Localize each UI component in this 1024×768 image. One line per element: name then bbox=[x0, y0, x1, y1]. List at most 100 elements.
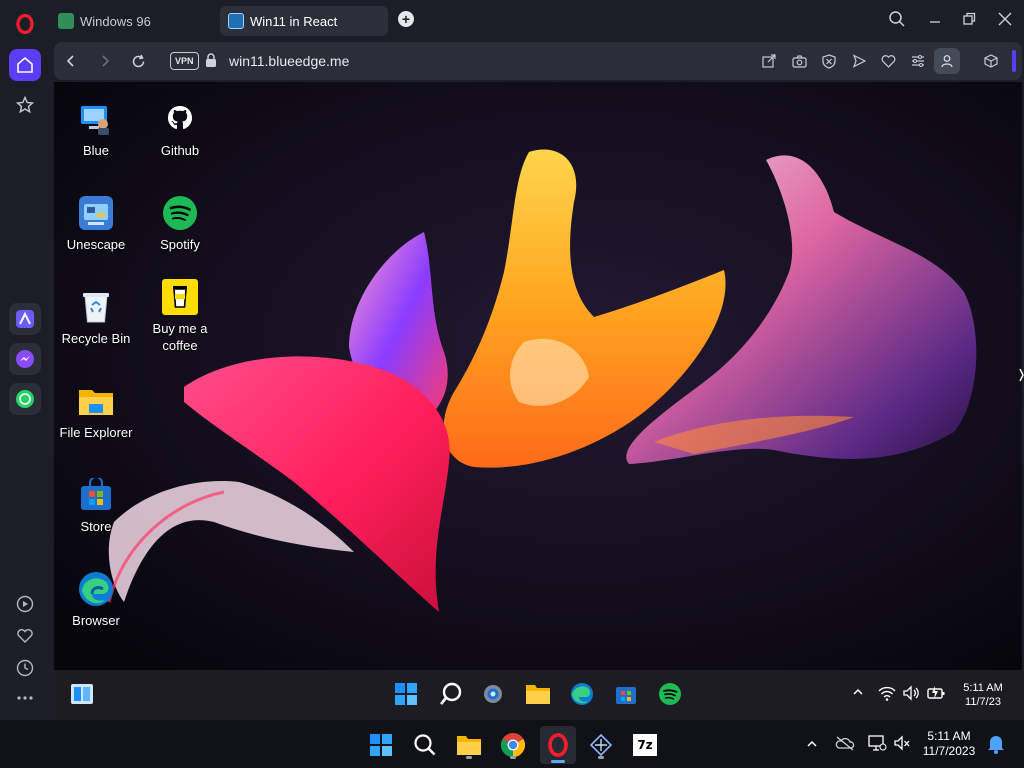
tab-windows-96[interactable]: Windows 96 bbox=[50, 6, 215, 36]
running-indicator bbox=[466, 756, 472, 759]
store-icon bbox=[77, 476, 115, 514]
star-icon[interactable] bbox=[9, 89, 41, 121]
heart-icon[interactable] bbox=[9, 620, 41, 652]
running-indicator bbox=[510, 756, 516, 759]
host-clock[interactable]: 5:11 AM 11/7/2023 bbox=[918, 729, 980, 759]
web-clock-date: 11/7/23 bbox=[965, 696, 1001, 708]
menu-icon[interactable] bbox=[909, 52, 927, 70]
folder-icon bbox=[77, 382, 115, 420]
coffee-icon bbox=[161, 278, 199, 316]
chevron-up-icon[interactable] bbox=[805, 737, 819, 751]
desktop-wallpaper bbox=[54, 82, 1022, 670]
opera-sidebar bbox=[0, 0, 50, 720]
wifi-icon[interactable] bbox=[878, 685, 896, 701]
windows-start-icon[interactable] bbox=[366, 730, 396, 760]
web-clock-time: 5:11 AM bbox=[963, 682, 1003, 694]
battery-icon[interactable] bbox=[926, 684, 946, 702]
shield-icon[interactable] bbox=[820, 52, 838, 70]
desktop-icon-label: Github bbox=[160, 143, 200, 158]
desktop-icon-store[interactable]: Store bbox=[54, 476, 138, 535]
web-clock[interactable]: 5:11 AM 11/7/23 bbox=[958, 681, 1008, 709]
gear-icon[interactable] bbox=[479, 680, 507, 708]
running-indicator bbox=[598, 756, 604, 759]
whatsapp-icon[interactable] bbox=[9, 383, 41, 415]
volume-muted-icon[interactable] bbox=[893, 735, 911, 751]
active-indicator bbox=[551, 760, 565, 763]
desktop-icon-buy-me-a-coffee[interactable]: Buy me a coffee bbox=[138, 278, 222, 354]
desktop-icon-blue[interactable]: Blue bbox=[54, 100, 138, 159]
desktop-icon-unescape[interactable]: Unescape bbox=[54, 194, 138, 253]
tab-win11-in-react[interactable]: Win11 in React bbox=[220, 6, 388, 36]
win11-taskbar: 5:11 AM 11/7/23 bbox=[54, 670, 1022, 718]
address-bar: VPN win11.blueedge.me bbox=[54, 42, 1022, 80]
back-icon[interactable] bbox=[62, 52, 80, 70]
url-field[interactable]: win11.blueedge.me bbox=[229, 52, 349, 70]
desktop-icon-github[interactable]: Github bbox=[138, 100, 222, 159]
desktop-icon-label: Browser bbox=[72, 613, 120, 628]
github-icon bbox=[161, 100, 199, 138]
opera-browser-window: Windows 96 Win11 in React + VPN win11.bl… bbox=[0, 0, 1024, 720]
home-icon[interactable] bbox=[9, 49, 41, 81]
chevron-up-icon[interactable] bbox=[851, 685, 865, 699]
store-icon[interactable] bbox=[612, 680, 640, 708]
folder-icon[interactable] bbox=[454, 730, 484, 760]
forward-icon[interactable] bbox=[96, 52, 114, 70]
mouse-cursor bbox=[1019, 368, 1024, 382]
desktop-icon-label: Store bbox=[80, 519, 112, 534]
vpn-badge[interactable]: VPN bbox=[170, 52, 199, 70]
spotify-icon[interactable] bbox=[656, 680, 684, 708]
recycle-bin-icon bbox=[77, 288, 115, 326]
share-icon[interactable] bbox=[760, 52, 778, 70]
box-icon[interactable] bbox=[982, 52, 1000, 70]
aria-icon[interactable] bbox=[9, 303, 41, 335]
new-tab-button[interactable]: + bbox=[398, 11, 414, 27]
profile-icon[interactable] bbox=[934, 48, 960, 74]
desktop-icon-file-explorer[interactable]: File Explorer bbox=[54, 382, 138, 441]
desktop-icon-spotify[interactable]: Spotify bbox=[138, 194, 222, 253]
windows-start-icon[interactable] bbox=[392, 680, 420, 708]
desktop-icon-label: Buy me a coffee bbox=[152, 321, 208, 353]
heart-icon[interactable] bbox=[879, 52, 897, 70]
vscode-like-icon[interactable] bbox=[586, 730, 616, 760]
edge-icon bbox=[77, 570, 115, 608]
history-icon[interactable] bbox=[9, 652, 41, 684]
host-clock-time: 5:11 AM bbox=[927, 729, 971, 743]
sevenzip-label: 7z bbox=[633, 734, 657, 756]
desktop-icon-label: File Explorer bbox=[59, 425, 133, 440]
tab-label: Win11 in React bbox=[250, 13, 338, 29]
lock-icon bbox=[205, 53, 217, 68]
more-icon[interactable] bbox=[9, 682, 41, 714]
widgets-icon[interactable] bbox=[68, 680, 96, 708]
opera-icon[interactable] bbox=[540, 726, 576, 764]
spotify-icon bbox=[161, 194, 199, 232]
win11-favicon bbox=[228, 13, 244, 29]
folder-icon[interactable] bbox=[524, 680, 552, 708]
tab-strip: Windows 96 Win11 in React + bbox=[50, 0, 1024, 38]
opera-icon[interactable] bbox=[9, 8, 41, 40]
network-icon[interactable] bbox=[867, 734, 887, 752]
search-icon[interactable] bbox=[410, 730, 440, 760]
onedrive-icon[interactable] bbox=[835, 735, 855, 751]
notification-icon[interactable] bbox=[987, 734, 1005, 754]
edge-icon[interactable] bbox=[568, 680, 596, 708]
minimize-icon[interactable] bbox=[926, 10, 944, 28]
win11-desktop: Blue Github Unescape Spotify Recycle Bin bbox=[54, 82, 1022, 718]
messenger-icon[interactable] bbox=[9, 343, 41, 375]
close-icon[interactable] bbox=[996, 10, 1014, 28]
restore-icon[interactable] bbox=[960, 10, 978, 28]
host-clock-date: 11/7/2023 bbox=[922, 744, 976, 758]
volume-icon[interactable] bbox=[902, 685, 920, 701]
send-icon[interactable] bbox=[850, 52, 868, 70]
desktop-icon-recycle-bin[interactable]: Recycle Bin bbox=[54, 288, 138, 347]
search-icon[interactable] bbox=[437, 680, 465, 708]
chrome-icon[interactable] bbox=[498, 730, 528, 760]
desktop-icon-label: Spotify bbox=[160, 237, 200, 252]
sidebar-toggle-indicator[interactable] bbox=[1012, 50, 1016, 72]
camera-icon[interactable] bbox=[790, 52, 808, 70]
search-icon[interactable] bbox=[888, 10, 906, 28]
sevenzip-icon[interactable]: 7z bbox=[630, 730, 660, 760]
unescape-icon bbox=[77, 194, 115, 232]
player-icon[interactable] bbox=[9, 588, 41, 620]
desktop-icon-browser[interactable]: Browser bbox=[54, 570, 138, 629]
reload-icon[interactable] bbox=[129, 52, 147, 70]
